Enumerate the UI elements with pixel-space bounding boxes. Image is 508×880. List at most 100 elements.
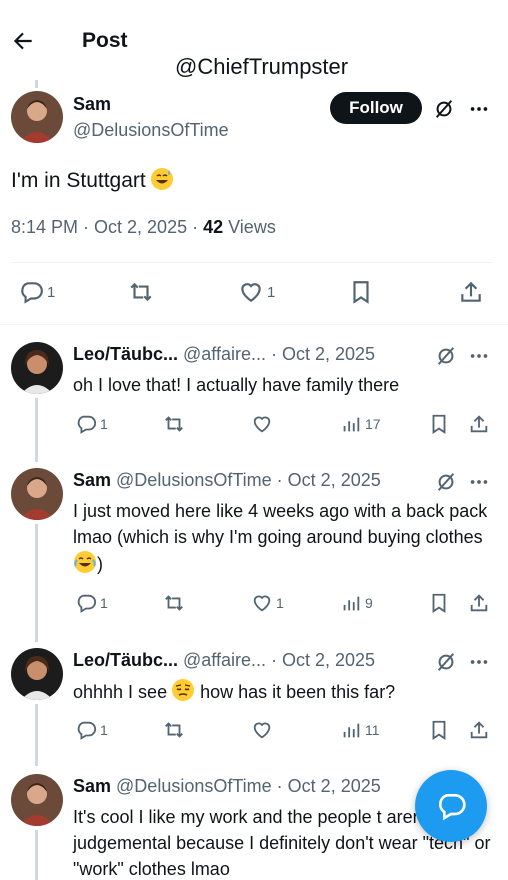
bookmark-icon [432,593,446,613]
author-handle-date[interactable]: @DelusionsOfTime · Oct 2, 2025 [111,776,381,796]
like-button[interactable]: 1 [251,592,284,614]
grok-icon[interactable] [435,651,457,673]
bookmark-icon [353,281,369,304]
reply-count: 1 [100,595,108,611]
views-count: 9 [365,595,373,611]
author-name[interactable]: Leo/Täubc... [73,650,178,670]
watermark-text: @ChiefTrumpster [175,54,349,79]
avatar[interactable] [11,91,63,143]
thread-line [35,830,38,880]
heart-icon [241,283,261,302]
reply-button[interactable]: 1 [75,719,108,741]
bookmark-button[interactable] [348,279,374,305]
pensive-emoji-icon [171,678,195,702]
analytics-icon [343,596,360,611]
grok-icon[interactable] [433,98,455,120]
repost-button[interactable] [128,279,154,305]
author-handle[interactable]: @DelusionsOfTime [73,120,229,141]
bookmark-button[interactable] [428,719,450,741]
views-count: 17 [365,416,381,432]
reply-text-content: ohhhh I see [73,682,168,702]
divider [0,324,508,325]
reply-text: oh I love that! I actually have family t… [73,375,400,395]
reply-icon [77,594,97,613]
author-name[interactable]: Sam [73,776,111,796]
reply-header: Leo/Täubc... @affaire... · Oct 2, 2025 [73,650,375,671]
author-name[interactable]: Sam [73,470,111,490]
views-count: 42 [203,217,224,237]
reply-button[interactable]: 1 [75,592,108,614]
grok-icon[interactable] [435,345,457,367]
like-count: 1 [276,595,284,611]
thread-line [35,80,38,88]
reply-button[interactable]: 1 [18,279,55,305]
repost-button[interactable] [163,592,185,614]
repost-icon [165,416,183,432]
reply-header: Sam @DelusionsOfTime · Oct 2, 2025 [73,470,381,491]
like-button[interactable] [251,413,273,435]
bookmark-icon [432,720,446,740]
share-icon [461,281,481,302]
post-time: 8:14 PM · Oct 2, 2025 · [11,217,204,237]
repost-icon [130,282,152,302]
reply-text: I just moved here like 4 weeks ago with … [73,498,493,577]
reply-icon [77,721,97,740]
share-button[interactable] [468,719,490,741]
share-button[interactable] [458,279,484,305]
author-handle-date[interactable]: @DelusionsOfTime · Oct 2, 2025 [111,470,381,490]
like-button[interactable] [251,719,273,741]
like-button[interactable]: 1 [238,279,275,305]
views-button[interactable]: 17 [340,413,381,435]
author-name[interactable]: Leo/Täubc... [73,344,178,364]
reply-header: Leo/Täubc... @affaire... · Oct 2, 2025 [73,344,375,365]
reply-actions: 1 17 [0,413,508,441]
avatar[interactable] [11,468,63,520]
reply-text-content: I just moved here like 4 weeks ago with … [73,501,488,547]
avatar[interactable] [11,774,63,826]
reply-header: Sam @DelusionsOfTime · Oct 2, 2025 [73,776,381,797]
author-handle-date[interactable]: @affaire... · Oct 2, 2025 [178,344,375,364]
header: Post @ChiefTrumpster [0,0,508,80]
share-button[interactable] [468,413,490,435]
reply-button[interactable]: 1 [75,413,108,435]
reply-count: 1 [100,722,108,738]
more-options-icon[interactable] [468,651,490,673]
avatar[interactable] [11,648,63,700]
grinning-sweat-emoji-icon [150,167,174,191]
reply-actions: 1 1 9 [0,592,508,620]
follow-button[interactable]: Follow [330,92,422,124]
analytics-icon [343,417,360,432]
analytics-icon [343,723,360,738]
grok-icon[interactable] [435,471,457,493]
views-count: 11 [365,722,380,738]
more-options-icon[interactable] [468,98,490,120]
share-icon [470,721,488,739]
bookmark-button[interactable] [428,413,450,435]
reply-count: 1 [47,283,56,301]
views-label: Views [223,217,276,237]
share-icon [470,594,488,612]
reply-actions: 1 11 [0,719,508,747]
heart-icon [253,416,271,433]
more-options-icon[interactable] [468,345,490,367]
reply-text: ohhhh I see how has it been this far? [73,678,493,705]
avatar[interactable] [11,342,63,394]
author-name[interactable]: Sam [73,94,111,115]
bookmark-button[interactable] [428,592,450,614]
compose-reply-button[interactable] [415,770,487,842]
post-timestamp: 8:14 PM · Oct 2, 2025 · 42 Views [11,217,276,238]
repost-button[interactable] [163,413,185,435]
repost-icon [165,595,183,611]
share-button[interactable] [468,592,490,614]
reply-text-end: ) [97,554,103,574]
post-actions: 1 1 [0,274,508,310]
repost-button[interactable] [163,719,185,741]
views-button[interactable]: 11 [340,719,380,741]
tears-of-joy-emoji-icon [73,550,97,574]
divider [11,262,492,263]
more-options-icon[interactable] [468,471,490,493]
back-arrow-icon[interactable] [10,28,36,54]
views-button[interactable]: 9 [340,592,373,614]
page-title: Post [82,29,128,52]
author-handle-date[interactable]: @affaire... · Oct 2, 2025 [178,650,375,670]
